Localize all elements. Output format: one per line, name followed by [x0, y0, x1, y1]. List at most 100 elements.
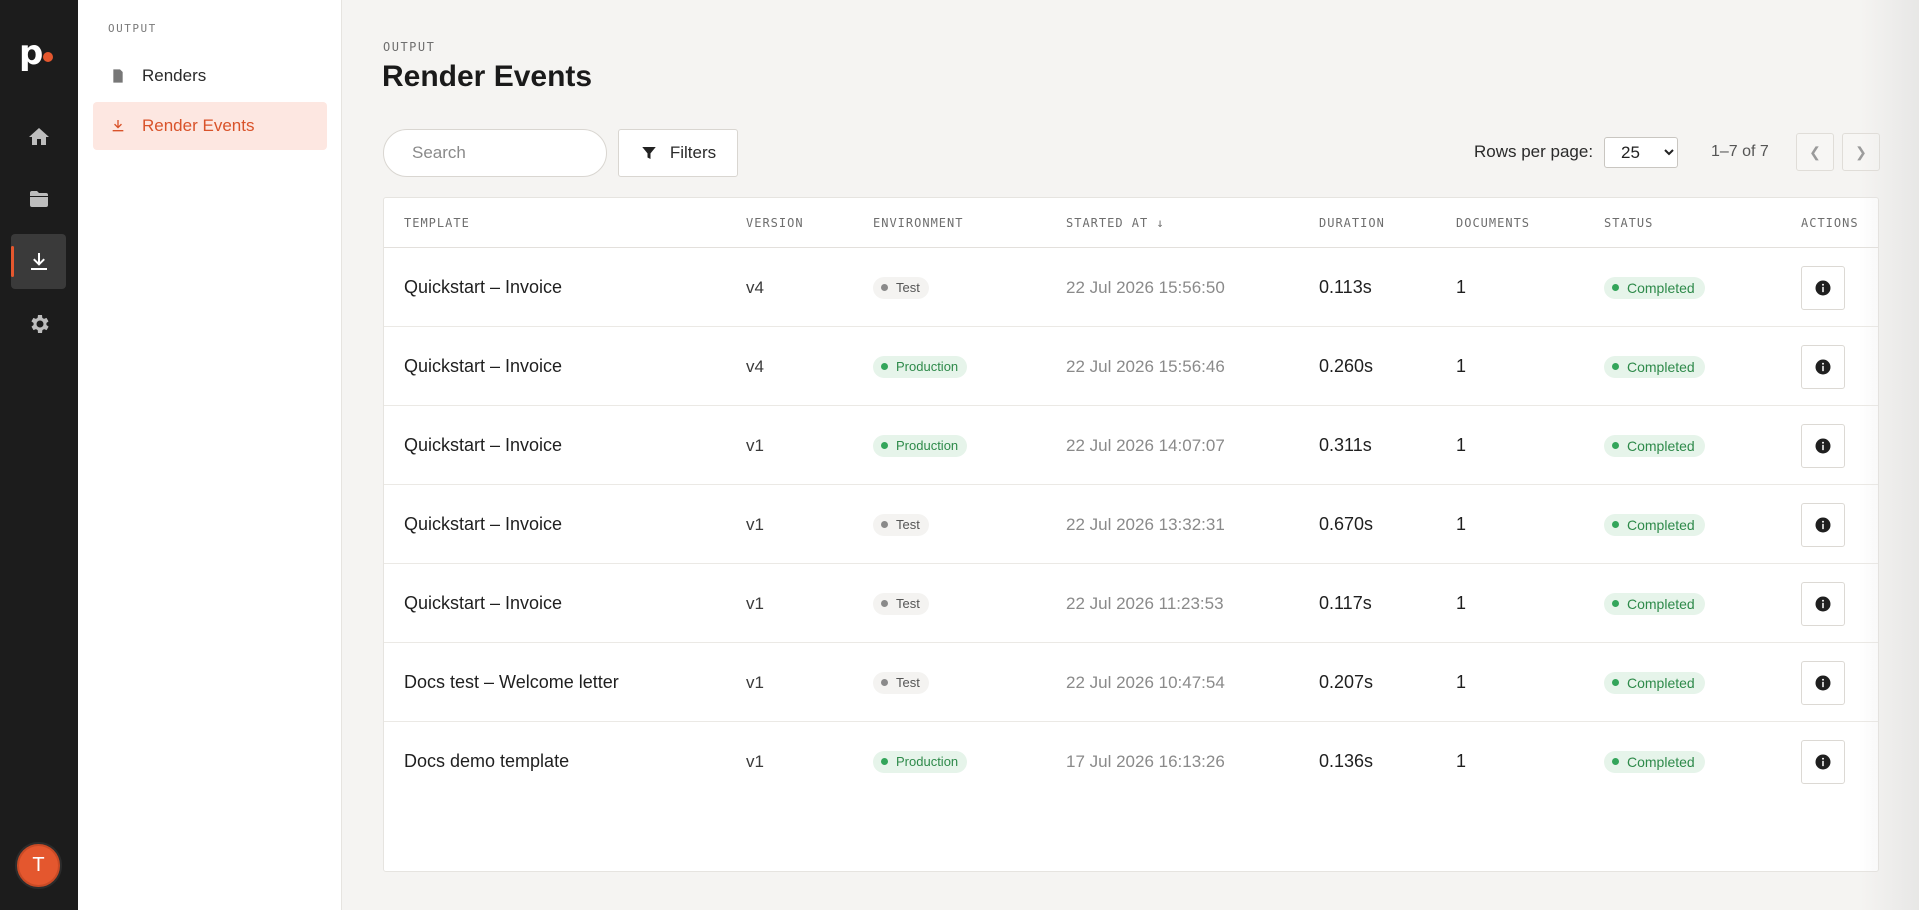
- column-header-status[interactable]: STATUS: [1604, 216, 1653, 230]
- info-icon: [1815, 675, 1831, 690]
- filter-icon: [642, 147, 656, 159]
- filters-button[interactable]: Filters: [618, 129, 738, 177]
- documents-count: 1: [1456, 435, 1467, 455]
- template-version: v4: [746, 356, 764, 376]
- user-avatar[interactable]: T: [15, 842, 62, 889]
- template-version: v4: [746, 277, 764, 297]
- template-name[interactable]: Docs demo template: [404, 722, 569, 801]
- template-name[interactable]: Quickstart – Invoice: [404, 406, 562, 485]
- environment-cell: Production: [873, 722, 968, 801]
- started-at: 22 Jul 2026 11:23:53: [1066, 593, 1224, 613]
- started-at: 22 Jul 2026 14:07:07: [1066, 435, 1225, 455]
- info-icon: [1815, 359, 1831, 374]
- environment-cell: Test: [873, 564, 929, 643]
- rail-output-button[interactable]: [11, 234, 66, 289]
- rail-settings-button[interactable]: [11, 296, 66, 351]
- status-dot: [1612, 600, 1619, 607]
- template-name[interactable]: Quickstart – Invoice: [404, 564, 562, 643]
- logo-letter: p: [19, 33, 44, 73]
- actions-cell: [1801, 406, 1845, 485]
- sidebar-item-label: Renders: [142, 66, 207, 85]
- status-label: Completed: [1627, 595, 1695, 612]
- template-name[interactable]: Quickstart – Invoice: [404, 248, 562, 327]
- status-badge: Completed: [1604, 434, 1705, 457]
- environment-dot: [881, 284, 888, 291]
- status-label: Completed: [1627, 437, 1695, 454]
- table-row[interactable]: Quickstart – Invoice v1 Test 22 Jul 2026…: [384, 485, 1878, 564]
- info-icon: [1815, 280, 1831, 295]
- render-events-table: TEMPLATE VERSION ENVIRONMENT STARTED AT …: [383, 197, 1879, 872]
- template-name[interactable]: Quickstart – Invoice: [404, 485, 562, 564]
- environment-dot: [881, 363, 888, 370]
- pagination-range: 1–7 of 7: [1711, 143, 1769, 160]
- page-title: Render Events: [382, 60, 593, 93]
- details-button[interactable]: [1801, 502, 1845, 547]
- status-cell: Completed: [1604, 722, 1705, 801]
- documents-count: 1: [1456, 593, 1467, 613]
- app-logo[interactable]: p: [19, 36, 59, 70]
- info-icon: [1815, 596, 1831, 611]
- details-button[interactable]: [1801, 423, 1845, 468]
- duration: 0.260s: [1319, 356, 1374, 376]
- details-button[interactable]: [1801, 660, 1845, 705]
- previous-page-button[interactable]: ❮: [1796, 133, 1834, 171]
- table-row[interactable]: Quickstart – Invoice v4 Test 22 Jul 2026…: [384, 248, 1878, 327]
- template-name[interactable]: Quickstart – Invoice: [404, 327, 562, 406]
- page-eyebrow: OUTPUT: [383, 40, 436, 54]
- actions-cell: [1801, 485, 1845, 564]
- environment-label: Test: [896, 675, 920, 690]
- next-page-button[interactable]: ❯: [1842, 133, 1880, 171]
- status-dot: [1612, 679, 1619, 686]
- filters-button-label: Filters: [669, 143, 717, 162]
- template-version: v1: [746, 672, 764, 692]
- environment-badge: Production: [873, 434, 968, 457]
- details-button[interactable]: [1801, 265, 1845, 310]
- rail-files-button[interactable]: [11, 171, 66, 226]
- environment-label: Test: [896, 517, 920, 532]
- started-at: 22 Jul 2026 15:56:46: [1066, 356, 1225, 376]
- environment-label: Production: [896, 438, 959, 453]
- table-row[interactable]: Docs demo template v1 Production 17 Jul …: [384, 722, 1878, 801]
- environment-label: Production: [896, 359, 959, 374]
- duration: 0.117s: [1319, 593, 1372, 613]
- status-cell: Completed: [1604, 248, 1705, 327]
- template-name[interactable]: Docs test – Welcome letter: [404, 643, 619, 722]
- details-button[interactable]: [1801, 581, 1845, 626]
- sidebar-item-render-events[interactable]: Render Events: [93, 102, 327, 150]
- column-header-documents[interactable]: DOCUMENTS: [1456, 216, 1530, 230]
- duration: 0.136s: [1319, 751, 1374, 771]
- status-dot: [1612, 758, 1619, 765]
- column-header-started-at[interactable]: STARTED AT ↓: [1066, 216, 1165, 230]
- table-row[interactable]: Quickstart – Invoice v4 Production 22 Ju…: [384, 327, 1878, 406]
- environment-badge: Test: [873, 592, 929, 615]
- table-row[interactable]: Docs test – Welcome letter v1 Test 22 Ju…: [384, 643, 1878, 722]
- sort-descending-icon: ↓: [1156, 216, 1165, 230]
- environment-badge: Test: [873, 671, 929, 694]
- column-header-duration[interactable]: DURATION: [1319, 216, 1385, 230]
- table-row[interactable]: Quickstart – Invoice v1 Test 22 Jul 2026…: [384, 564, 1878, 643]
- environment-cell: Production: [873, 406, 968, 485]
- home-icon: [28, 127, 49, 145]
- rows-per-page-select[interactable]: 102550100: [1604, 137, 1678, 168]
- status-badge: Completed: [1604, 276, 1705, 299]
- environment-dot: [881, 521, 888, 528]
- environment-label: Production: [896, 754, 959, 769]
- rows-per-page-label: Rows per page:: [1474, 142, 1594, 161]
- status-label: Completed: [1627, 753, 1695, 770]
- column-header-template[interactable]: TEMPLATE: [404, 216, 470, 230]
- search-input[interactable]: [383, 129, 607, 177]
- rail-home-button[interactable]: [11, 109, 66, 164]
- info-icon: [1815, 754, 1831, 769]
- column-header-version[interactable]: VERSION: [746, 216, 804, 230]
- status-dot: [1612, 363, 1619, 370]
- sidebar-item-renders[interactable]: Renders: [93, 52, 327, 100]
- status-dot: [1612, 521, 1619, 528]
- status-label: Completed: [1627, 358, 1695, 375]
- details-button[interactable]: [1801, 739, 1845, 784]
- documents-count: 1: [1456, 277, 1467, 297]
- actions-cell: [1801, 564, 1845, 643]
- column-header-environment[interactable]: ENVIRONMENT: [873, 216, 963, 230]
- document-icon: [113, 69, 123, 83]
- table-row[interactable]: Quickstart – Invoice v1 Production 22 Ju…: [384, 406, 1878, 485]
- details-button[interactable]: [1801, 344, 1845, 389]
